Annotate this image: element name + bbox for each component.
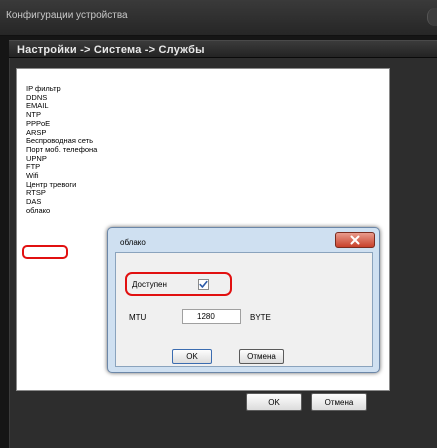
mtu-label: MTU xyxy=(129,313,147,322)
mtu-input[interactable]: 1280 xyxy=(182,309,241,324)
mtu-unit: BYTE xyxy=(250,313,271,322)
enabled-highlight xyxy=(125,272,232,296)
dialog-cancel-button[interactable]: Отмена xyxy=(239,349,284,364)
breadcrumb: Настройки -> Система -> Службы xyxy=(17,44,205,56)
breadcrumb-bar: Настройки -> Система -> Службы xyxy=(9,40,437,58)
window-title: Конфигурации устройства xyxy=(6,10,128,21)
dialog-ok-button[interactable]: OK xyxy=(172,349,212,364)
dialog-title: облако xyxy=(120,238,146,247)
dialog-body: Доступен MTU 1280 BYTE OK Отмена xyxy=(115,252,373,367)
window-edge-button[interactable] xyxy=(427,8,437,26)
services-list: IP фильтр DDNS EMAIL NTP PPPoE ARSP Бесп… xyxy=(26,84,97,216)
cloud-dialog: облако Доступен MTU 1280 BYTE OK Отмена xyxy=(107,227,380,373)
close-icon xyxy=(350,235,360,245)
ok-button[interactable]: OK xyxy=(246,393,302,411)
cloud-item-highlight xyxy=(22,245,68,259)
service-item-cloud[interactable]: облако xyxy=(26,206,97,216)
cancel-button[interactable]: Отмена xyxy=(311,393,367,411)
dialog-close-button[interactable] xyxy=(335,232,375,248)
window-titlebar: Конфигурации устройства xyxy=(0,0,437,36)
